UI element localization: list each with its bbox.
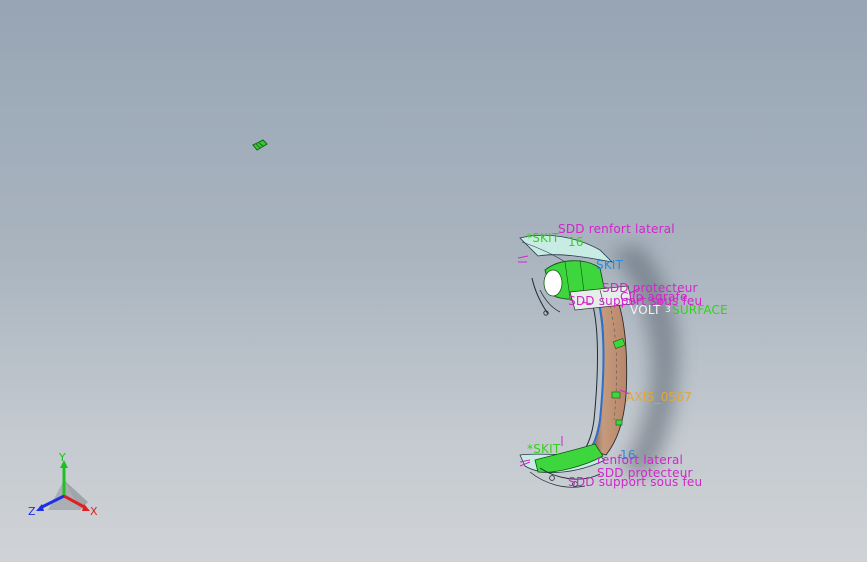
annotation-sketch-blue-top[interactable]: SKIT [596, 259, 623, 272]
part-model[interactable] [0, 0, 867, 562]
axis-triad[interactable]: Y X Z [24, 448, 108, 524]
annotation-sketch-top[interactable]: *SKIT [526, 232, 559, 245]
annotation-axis[interactable]: AXIS_0567 [626, 391, 692, 404]
annotation-surface[interactable]: SURFACE [672, 304, 728, 317]
annotation-volt[interactable]: VOLT [630, 304, 661, 317]
axis-z-label: Z [28, 505, 36, 518]
annotation-support-bottom[interactable]: SDD support sous feu [568, 476, 702, 489]
3d-viewport[interactable]: SDD renfort lateral *SKIT 16 SKIT SDD pr… [0, 0, 867, 562]
axis-x-label: X [90, 505, 98, 518]
annotation-sketch-top-number[interactable]: 16 [568, 236, 584, 249]
annotation-volt-number[interactable]: 3 [665, 304, 671, 317]
axis-y-label: Y [59, 451, 66, 464]
annotation-sketch-bottom[interactable]: *SKIT [527, 443, 560, 456]
